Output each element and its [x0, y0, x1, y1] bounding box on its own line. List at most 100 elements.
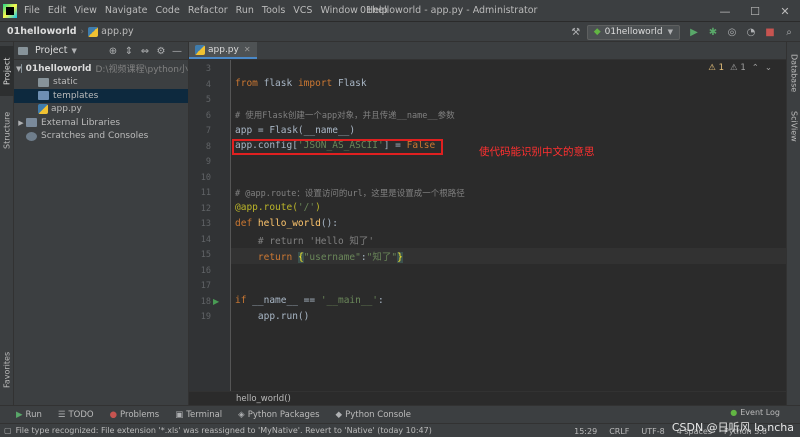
code-editor[interactable]: 3 4 5 6 7 8 9 10 11 12 13 14 15 16 17 18…	[189, 60, 786, 391]
chevron-down-icon[interactable]: ⌄	[765, 63, 772, 73]
identifier: flask	[257, 78, 298, 89]
event-log-tool-tab[interactable]: ● Event Log	[730, 408, 780, 417]
python-file-icon	[195, 44, 205, 55]
navbar-tools: ⚒ ◆ 01helloworld ▼ ▶ ✱ ◎ ◔ ■ ⌕	[568, 22, 800, 42]
tree-item-label: app.py	[51, 104, 82, 115]
templates-folder-icon	[38, 91, 49, 101]
run-tool-tab[interactable]: ▶ Run	[0, 410, 50, 420]
brace-match: }	[397, 251, 403, 263]
tab-label: Python Packages	[247, 409, 320, 420]
run-icon[interactable]: ▶	[686, 24, 702, 40]
search-icon[interactable]: ⌕	[781, 24, 797, 40]
breadcrumb-project[interactable]: 01helloworld	[3, 26, 81, 37]
event-log-icon: ●	[730, 408, 738, 417]
debug-icon[interactable]: ✱	[705, 24, 721, 40]
menu-navigate[interactable]: Navigate	[101, 5, 152, 16]
code-line-15: return {"username":"知了"}	[235, 249, 403, 263]
problems-tool-tab[interactable]: ● Problems	[102, 410, 168, 420]
terminal-tool-tab[interactable]: ▣ Terminal	[167, 410, 230, 420]
line-number: 7	[205, 126, 211, 136]
run-gutter-icon[interactable]: ▶	[213, 297, 219, 306]
line-number: 5	[205, 95, 211, 105]
structure-tool-tab[interactable]: Structure	[0, 102, 14, 158]
collapse-all-icon[interactable]: ⇕	[121, 44, 137, 58]
tree-item-path: D:\视频课程\python小	[95, 65, 188, 76]
menu-run[interactable]: Run	[232, 5, 258, 16]
locate-icon[interactable]: ⊕	[105, 44, 121, 58]
line-number: 8	[205, 141, 211, 152]
project-panel-title[interactable]: Project	[35, 45, 68, 56]
tree-item-scratches[interactable]: Scratches and Consoles	[14, 130, 188, 144]
menu-vcs[interactable]: VCS	[289, 5, 316, 16]
code-line-13: def hello_world():	[235, 218, 338, 229]
todo-tool-tab[interactable]: ☰ TODO	[50, 410, 102, 420]
string-literal: "username"	[303, 251, 361, 263]
menu-edit[interactable]: Edit	[44, 5, 70, 16]
tree-item-static[interactable]: static	[14, 76, 188, 90]
profile-icon[interactable]: ◔	[743, 24, 759, 40]
line-number: 17	[200, 281, 211, 291]
navigation-bar: 01helloworld › app.py ⚒ ◆ 01helloworld ▼…	[0, 22, 800, 42]
identifier: ():	[320, 217, 338, 229]
run-configuration-select[interactable]: ◆ 01helloworld ▼	[586, 24, 680, 40]
menu-refactor[interactable]: Refactor	[184, 5, 232, 16]
hide-icon[interactable]: —	[169, 44, 185, 58]
breadcrumb-function[interactable]: hello_world()	[236, 394, 291, 404]
annotation-text: 使代码能识别中文的意思	[479, 146, 595, 158]
line-number: 19	[200, 312, 211, 322]
toggle-tool-windows-icon[interactable]: ▢	[4, 426, 12, 435]
menu-file[interactable]: File	[20, 5, 44, 16]
line-number: 12	[200, 203, 211, 214]
gear-icon[interactable]: ⚙	[153, 44, 169, 58]
string-literal: '__main__'	[320, 295, 379, 306]
tab-label: Python Console	[345, 409, 412, 420]
tree-item-templates[interactable]: templates	[14, 89, 188, 103]
tree-item-label: static	[53, 77, 78, 88]
file-encoding[interactable]: UTF-8	[635, 427, 670, 436]
close-tab-icon[interactable]: ✕	[244, 45, 251, 54]
close-icon[interactable]: ✕	[770, 0, 800, 22]
tree-item-label: templates	[53, 90, 99, 101]
left-tool-stripe: Project Structure Favorites	[0, 42, 14, 405]
keyword: if	[235, 295, 247, 306]
breadcrumb-file[interactable]: app.py	[84, 26, 138, 37]
weak-warning-count-value: 1	[740, 63, 746, 73]
database-tool-tab[interactable]: Database	[787, 48, 800, 98]
keyword: from	[235, 78, 258, 89]
favorites-tool-tab[interactable]: Favorites	[0, 342, 14, 398]
menu-tools[interactable]: Tools	[258, 5, 289, 16]
chevron-up-icon[interactable]: ⌃	[752, 63, 759, 73]
hammer-icon[interactable]: ⚒	[568, 24, 584, 40]
menu-code[interactable]: Code	[151, 5, 183, 16]
expand-icon[interactable]: ⇔	[137, 44, 153, 58]
coverage-icon[interactable]: ◎	[724, 24, 740, 40]
python-console-tool-tab[interactable]: ◆ Python Console	[328, 410, 419, 420]
stop-icon[interactable]: ■	[762, 24, 778, 40]
menu-window[interactable]: Window	[316, 5, 361, 16]
code-line-4: from flask import Flask	[235, 78, 367, 89]
tree-item-app-py[interactable]: app.py	[14, 103, 188, 117]
line-separator[interactable]: CRLF	[603, 427, 635, 436]
editor-tab-bar: app.py ✕	[189, 42, 786, 60]
tree-item-external-libraries[interactable]: ▶ External Libraries	[14, 116, 188, 130]
caret-position[interactable]: 15:29	[568, 427, 603, 436]
decorator: @app.route(	[235, 202, 298, 213]
package-icon: ◈	[238, 409, 245, 420]
python-packages-tool-tab[interactable]: ◈ Python Packages	[230, 410, 327, 420]
project-tool-tab[interactable]: Project	[0, 46, 14, 96]
tree-item-project-root[interactable]: ▼ 01helloworld D:\视频课程\python小	[14, 62, 188, 76]
chevron-down-icon[interactable]: ▼	[72, 47, 77, 55]
line-number: 15	[200, 250, 211, 260]
inspection-widget[interactable]: ⚠ 1 ⚠ 1 ⌃ ⌄	[708, 63, 772, 73]
status-message[interactable]: ▢ File type recognized: File extension '…	[0, 426, 432, 435]
maximize-icon[interactable]: ☐	[740, 0, 770, 22]
sciview-tool-tab[interactable]: SciView	[787, 104, 800, 148]
chevron-right-icon[interactable]: ▶	[16, 119, 26, 127]
minimize-icon[interactable]: —	[710, 0, 740, 22]
keyword: def	[235, 217, 253, 229]
menu-view[interactable]: View	[70, 5, 101, 16]
annotation-highlight-box	[232, 139, 443, 155]
terminal-icon: ▣	[175, 409, 184, 420]
right-tool-stripe: Database SciView	[786, 42, 800, 405]
editor-tab-app-py[interactable]: app.py ✕	[189, 42, 257, 59]
